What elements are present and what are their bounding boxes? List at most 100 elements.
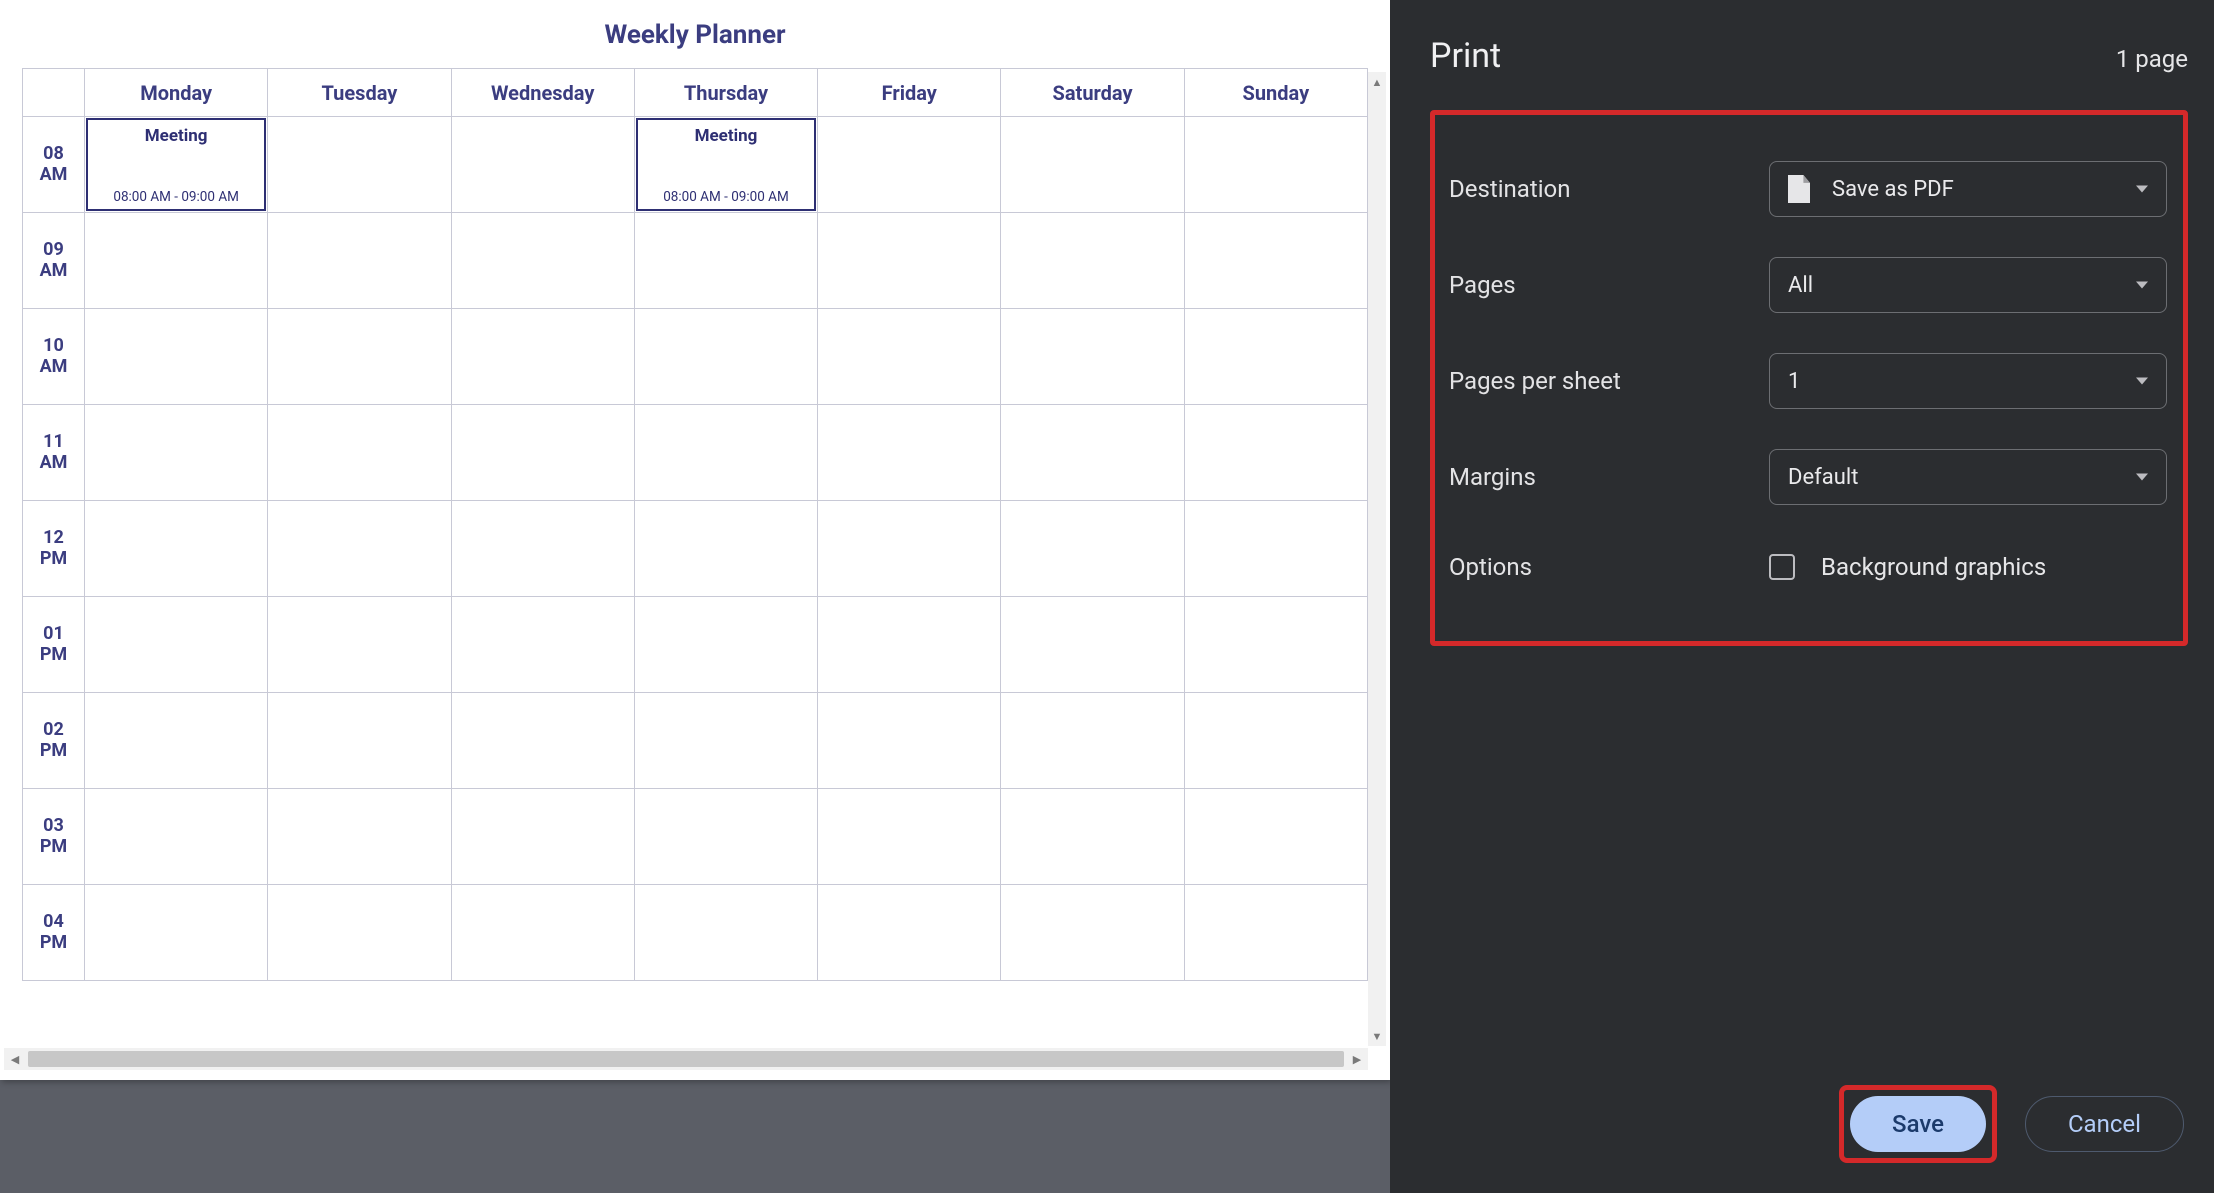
planner-cell — [268, 309, 451, 405]
planner-cell — [85, 885, 268, 981]
planner-cell: Meeting 08:00 AM - 09:00 AM — [85, 117, 268, 213]
planner-cell — [634, 789, 817, 885]
chevron-down-icon — [2136, 282, 2148, 289]
calendar-event[interactable]: Meeting08:00 AM - 09:00 AM — [636, 118, 816, 211]
margins-select[interactable]: Default — [1769, 449, 2167, 505]
planner-cell — [1001, 213, 1184, 309]
planner-cell — [85, 405, 268, 501]
planner-cell — [451, 309, 634, 405]
pages-per-sheet-select[interactable]: 1 — [1769, 353, 2167, 409]
panel-heading: Print — [1430, 36, 1501, 76]
planner-cell — [268, 213, 451, 309]
planner-cell — [1001, 405, 1184, 501]
time-slot: 09AM — [23, 213, 85, 309]
time-hour: 03 — [43, 815, 64, 836]
destination-value: Save as PDF — [1832, 177, 1954, 202]
planner-cell — [451, 885, 634, 981]
cancel-button[interactable]: Cancel — [2025, 1096, 2184, 1152]
planner-cell — [1184, 789, 1367, 885]
calendar-event[interactable]: Meeting 08:00 AM - 09:00 AM — [86, 118, 266, 211]
planner-cell — [1001, 597, 1184, 693]
pages-label: Pages — [1449, 271, 1769, 299]
planner-cell — [634, 885, 817, 981]
print-config-highlight-box: Destination Save as PDF Pages All Pages … — [1430, 110, 2188, 646]
time-ampm: AM — [40, 164, 68, 185]
planner-cell — [1001, 693, 1184, 789]
time-slot: 08AM — [23, 117, 85, 213]
margins-value: Default — [1788, 465, 1858, 490]
planner-cell — [451, 117, 634, 213]
planner-title: Weekly Planner — [22, 20, 1368, 50]
page-count: 1 page — [2116, 45, 2188, 73]
time-ampm: PM — [40, 740, 67, 761]
event-time: 08:00 AM - 09:00 AM — [113, 189, 239, 205]
horizontal-scroll-thumb[interactable] — [28, 1051, 1344, 1067]
planner-cell — [634, 405, 817, 501]
planner-cell — [818, 309, 1001, 405]
planner-cell — [1184, 597, 1367, 693]
time-hour: 11 — [43, 431, 64, 452]
scroll-right-arrow-icon[interactable]: ▶ — [1346, 1048, 1368, 1070]
destination-select[interactable]: Save as PDF — [1769, 161, 2167, 217]
planner-cell — [451, 405, 634, 501]
planner-cell — [818, 117, 1001, 213]
planner-cell — [1001, 117, 1184, 213]
print-settings-panel: Print 1 page Destination Save as PDF Pag… — [1390, 0, 2214, 1193]
scroll-up-arrow-icon[interactable]: ▲ — [1368, 72, 1386, 92]
planner-cell — [634, 693, 817, 789]
planner-cell — [1001, 309, 1184, 405]
scroll-down-arrow-icon[interactable]: ▼ — [1368, 1026, 1386, 1046]
planner-cell — [818, 405, 1001, 501]
planner-cell — [85, 309, 268, 405]
time-column-header — [23, 69, 85, 117]
time-slot: 02PM — [23, 693, 85, 789]
planner-cell — [85, 213, 268, 309]
planner-cell — [268, 117, 451, 213]
scroll-left-arrow-icon[interactable]: ◀ — [4, 1048, 26, 1070]
time-slot: 11AM — [23, 405, 85, 501]
background-graphics-checkbox[interactable] — [1769, 554, 1795, 580]
background-graphics-label: Background graphics — [1821, 553, 2046, 581]
planner-cell — [818, 885, 1001, 981]
pages-per-sheet-value: 1 — [1788, 369, 1800, 394]
planner-cell — [634, 213, 817, 309]
planner-cell — [451, 597, 634, 693]
planner-cell — [268, 789, 451, 885]
planner-cell — [818, 789, 1001, 885]
planner-cell — [1184, 501, 1367, 597]
time-ampm: PM — [40, 932, 67, 953]
destination-label: Destination — [1449, 175, 1769, 203]
time-ampm: AM — [40, 260, 68, 281]
pages-per-sheet-label: Pages per sheet — [1449, 367, 1769, 395]
day-header-thursday: Thursday — [634, 69, 817, 117]
planner-cell — [818, 597, 1001, 693]
planner-cell — [818, 213, 1001, 309]
print-preview-page: Weekly Planner Monday Tuesday Wednesday … — [0, 0, 1390, 1080]
time-slot: 12PM — [23, 501, 85, 597]
planner-cell — [1184, 885, 1367, 981]
planner-cell — [268, 597, 451, 693]
time-slot: 01PM — [23, 597, 85, 693]
planner-cell — [818, 501, 1001, 597]
day-header-tuesday: Tuesday — [268, 69, 451, 117]
pages-select[interactable]: All — [1769, 257, 2167, 313]
planner-cell — [1001, 789, 1184, 885]
planner-cell — [1184, 117, 1367, 213]
event-title: Meeting — [145, 126, 208, 146]
time-hour: 09 — [43, 239, 64, 260]
time-ampm: AM — [40, 356, 68, 377]
preview-horizontal-scrollbar[interactable]: ◀ ▶ — [4, 1048, 1368, 1070]
planner-cell — [634, 501, 817, 597]
planner-cell — [1184, 213, 1367, 309]
options-label: Options — [1449, 553, 1769, 581]
planner-scroll-area[interactable]: Monday Tuesday Wednesday Thursday Friday… — [22, 68, 1368, 1028]
planner-table: Monday Tuesday Wednesday Thursday Friday… — [22, 68, 1368, 981]
save-button[interactable]: Save — [1850, 1096, 1986, 1152]
planner-cell — [1001, 501, 1184, 597]
preview-vertical-scrollbar[interactable]: ▲ ▼ — [1368, 72, 1386, 1046]
pages-value: All — [1788, 273, 1813, 298]
time-slot: 03PM — [23, 789, 85, 885]
margins-label: Margins — [1449, 463, 1769, 491]
planner-cell — [268, 885, 451, 981]
planner-cell — [634, 309, 817, 405]
